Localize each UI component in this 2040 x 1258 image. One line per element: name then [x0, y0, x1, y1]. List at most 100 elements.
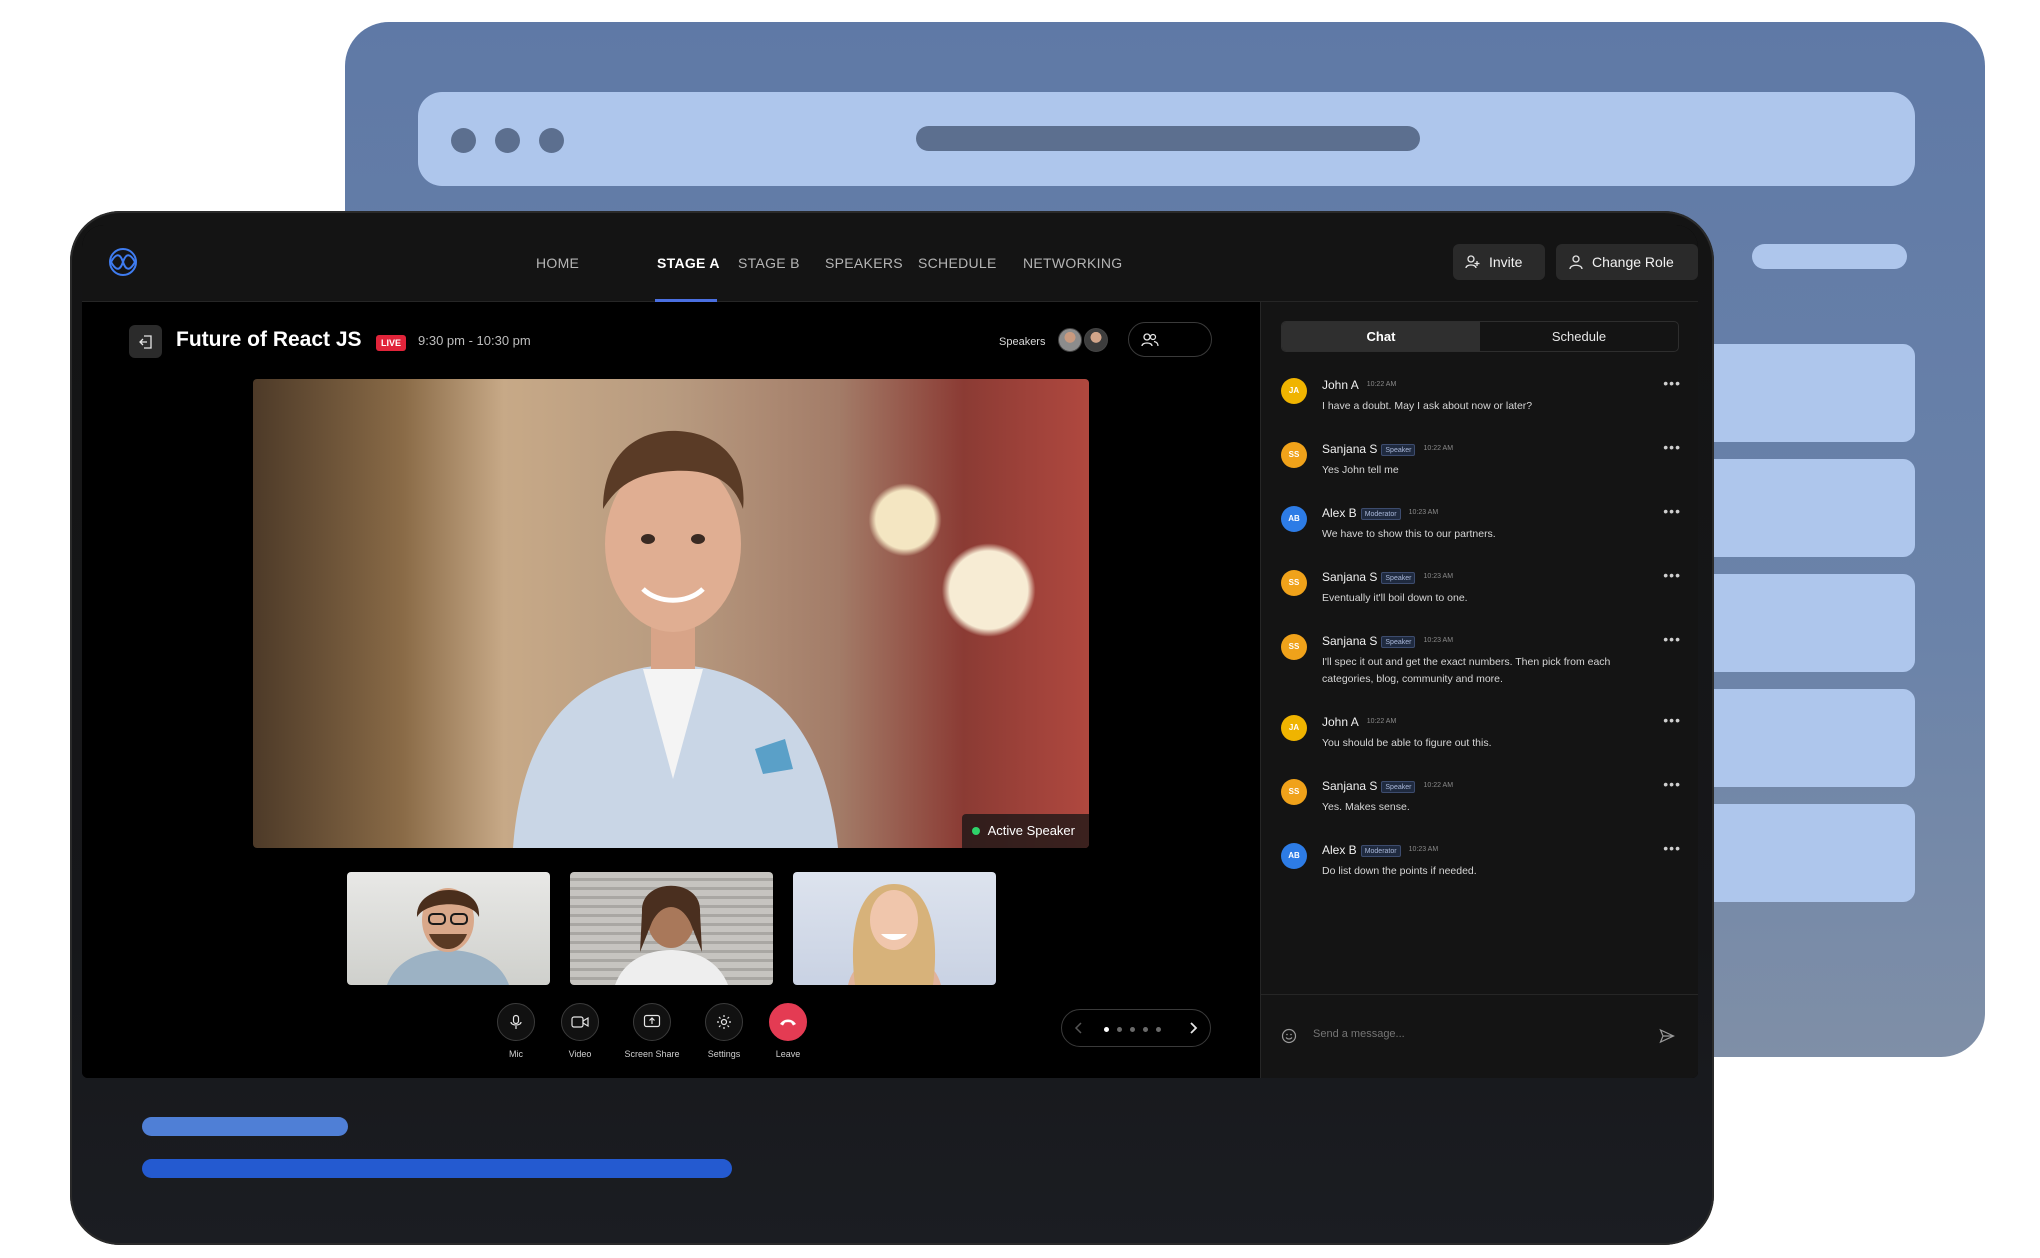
avatar: AB [1281, 506, 1307, 532]
message-timestamp: 10:23 AM [1408, 509, 1439, 516]
message-timestamp: 10:22 AM [1366, 718, 1397, 725]
avatar: AB [1281, 843, 1307, 869]
sender-name: John A [1322, 715, 1359, 729]
sender-name: Sanjana S [1322, 779, 1378, 793]
nav-item-networking[interactable]: NETWORKING [1023, 255, 1122, 271]
more-options-icon[interactable]: ••• [1663, 777, 1681, 791]
pager-dot[interactable] [1117, 1027, 1122, 1032]
change-role-button[interactable]: Change Role [1556, 244, 1698, 280]
more-options-icon[interactable]: ••• [1663, 841, 1681, 855]
active-speaker-tag: Active Speaker [961, 814, 1089, 848]
nav-item-home[interactable]: HOME [536, 255, 579, 271]
change-role-label: Change Role [1592, 254, 1674, 270]
pager-dot[interactable] [1104, 1027, 1109, 1032]
more-options-icon[interactable]: ••• [1663, 713, 1681, 727]
mic-control[interactable]: Mic [496, 1003, 536, 1059]
more-options-icon[interactable]: ••• [1663, 376, 1681, 390]
screen-share-icon [643, 1014, 661, 1028]
settings-control[interactable]: Settings [704, 1003, 744, 1059]
microphone-icon [510, 1014, 522, 1029]
nav-item-schedule[interactable]: SCHEDULE [918, 255, 997, 271]
speakers-label: Speakers [999, 336, 1046, 348]
active-speaker-label: Active Speaker [987, 823, 1075, 838]
live-badge: LIVE [376, 335, 407, 351]
tab-schedule[interactable]: Schedule [1480, 322, 1678, 351]
window-dot [451, 128, 476, 153]
chevron-right-icon[interactable] [1188, 1021, 1198, 1035]
screen-share-label: Screen Share [624, 1049, 680, 1059]
message-text: Yes. Makes sense. [1322, 801, 1410, 813]
avatar: JA [1281, 715, 1307, 741]
more-options-icon[interactable]: ••• [1663, 568, 1681, 582]
participants-icon [1141, 332, 1159, 346]
chevron-left-icon[interactable] [1074, 1021, 1084, 1035]
nav-item-speakers[interactable]: SPEAKERS [825, 255, 903, 271]
speaker-avatar[interactable] [1058, 328, 1082, 352]
sender-name: Alex B [1322, 506, 1357, 520]
pager-dot[interactable] [1130, 1027, 1135, 1032]
message-header: Sanjana S Speaker 10:23 AM [1322, 634, 1453, 648]
add-user-icon [1465, 255, 1480, 269]
more-options-icon[interactable]: ••• [1663, 632, 1681, 646]
message-timestamp: 10:23 AM [1408, 846, 1439, 853]
message-timestamp: 10:23 AM [1423, 637, 1454, 644]
participant-figure [848, 884, 941, 985]
message-text: Yes John tell me [1322, 464, 1399, 476]
window-dot [539, 128, 564, 153]
participant-thumbnail[interactable] [793, 872, 996, 985]
showcase-canvas: HOME STAGE A STAGE B SPEAKERS SCHEDULE NETWOR… [0, 0, 2040, 1258]
message-text: We have to show this to our partners. [1322, 528, 1496, 540]
role-badge: Moderator [1360, 508, 1401, 520]
chat-panel: Chat Schedule JA John A 10:22 AM I have a d… [1260, 302, 1698, 1078]
pager-dot[interactable] [1143, 1027, 1148, 1032]
nav-item-stage-b[interactable]: STAGE B [738, 255, 800, 271]
mic-button[interactable] [497, 1003, 535, 1041]
emoji-icon[interactable] [1281, 1028, 1297, 1044]
video-label: Video [568, 1049, 592, 1059]
invite-button[interactable]: Invite [1453, 244, 1545, 280]
message-header: Alex B Moderator 10:23 AM [1322, 843, 1438, 857]
message-header: John A 10:22 AM [1322, 378, 1396, 392]
hang-up-icon [780, 1019, 796, 1026]
pager-dot[interactable] [1156, 1027, 1161, 1032]
message-text: I have a doubt. May I ask about now or l… [1322, 400, 1533, 412]
thumbnail-pager [1061, 1009, 1211, 1047]
participant-figure [615, 885, 728, 985]
role-badge: Speaker [1381, 636, 1416, 648]
video-button[interactable] [561, 1003, 599, 1041]
invite-label: Invite [1489, 254, 1523, 270]
leave-control[interactable]: Leave [768, 1003, 808, 1059]
participant-thumbnail[interactable] [570, 872, 773, 985]
message-timestamp: 10:22 AM [1366, 381, 1397, 388]
tab-chat[interactable]: Chat [1282, 322, 1480, 351]
session-title: Future of React JS [176, 328, 362, 351]
avatar: SS [1281, 634, 1307, 660]
message-timestamp: 10:22 AM [1423, 445, 1454, 452]
message-header: Sanjana S Speaker 10:22 AM [1322, 442, 1453, 456]
send-icon[interactable] [1659, 1028, 1675, 1044]
brand-logo-icon [109, 248, 137, 276]
avatar: SS [1281, 442, 1307, 468]
role-badge: Speaker [1381, 781, 1416, 793]
avatar: SS [1281, 779, 1307, 805]
chat-tabs: Chat Schedule [1281, 321, 1679, 352]
avatar: JA [1281, 378, 1307, 404]
screen-share-button[interactable] [633, 1003, 671, 1041]
sender-name: Sanjana S [1322, 570, 1378, 584]
video-control[interactable]: Video [560, 1003, 600, 1059]
exit-icon [138, 334, 152, 349]
more-options-icon[interactable]: ••• [1663, 440, 1681, 454]
leave-button[interactable] [769, 1003, 807, 1041]
screen-share-control[interactable]: Screen Share [624, 1003, 680, 1059]
participants-button[interactable] [1128, 322, 1212, 357]
more-options-icon[interactable]: ••• [1663, 504, 1681, 518]
role-badge: Speaker [1381, 444, 1416, 456]
nav-item-stage-a[interactable]: STAGE A [657, 255, 720, 271]
participant-thumbnail[interactable] [347, 872, 550, 985]
settings-button[interactable] [705, 1003, 743, 1041]
user-icon [1569, 255, 1583, 270]
exit-button[interactable] [129, 325, 162, 358]
speaker-avatar[interactable] [1084, 328, 1108, 352]
message-input[interactable] [1313, 1028, 1613, 1040]
gear-icon [717, 1015, 731, 1029]
